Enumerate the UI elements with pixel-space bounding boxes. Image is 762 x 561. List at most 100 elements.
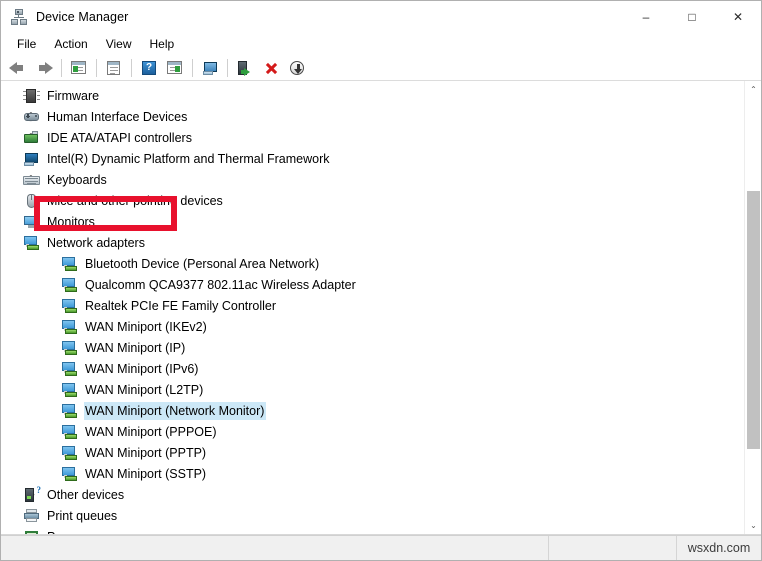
tree-item[interactable]: ❯Intel(R) Dynamic Platform and Thermal F… [1,148,743,169]
update-driver-button[interactable] [285,56,309,79]
tree-item[interactable]: WAN Miniport (PPTP) [1,442,743,463]
status-bar: wsxdn.com [1,535,761,560]
menu-action[interactable]: Action [45,34,96,54]
tree-item-label: Monitors [47,214,95,229]
tree-item[interactable]: WAN Miniport (L2TP) [1,379,743,400]
hid-controller-icon [23,109,40,125]
close-button[interactable]: ✕ [715,1,761,33]
tree-item[interactable]: WAN Miniport (Network Monitor) [1,400,743,421]
tree-item-label: WAN Miniport (PPPOE) [85,424,217,439]
tree-item[interactable]: ❯Keyboards [1,169,743,190]
tree-item-label: Bluetooth Device (Personal Area Network) [85,256,320,271]
network-adapter-icon [61,256,78,272]
arrow-right-icon [34,59,54,77]
back-button[interactable] [6,56,30,79]
network-adapter-icon [61,445,78,461]
scroll-up-button[interactable]: ⌃ [745,81,761,98]
window-title: Device Manager [36,10,129,24]
menu-bar: File Action View Help [1,33,761,55]
toolbar-separator [227,58,228,77]
forward-button[interactable] [32,56,56,79]
console-tree-icon [69,59,89,77]
help-button[interactable]: ? [137,56,161,79]
vertical-scrollbar[interactable]: ⌃ ⌄ [744,81,761,534]
tree-item[interactable]: ❯Monitors [1,211,743,232]
tree-item[interactable]: WAN Miniport (IPv6) [1,358,743,379]
scan-for-hardware-changes-button[interactable] [233,56,257,79]
tree-item[interactable]: Realtek PCIe FE Family Controller [1,295,743,316]
toolbar-separator [61,58,62,77]
toolbar-separator [96,58,97,77]
tree-item-label: Mice and other pointing devices [47,193,223,208]
tree-item-label: WAN Miniport (IPv6) [85,361,199,376]
tree-item[interactable]: ❯IDE ATA/ATAPI controllers [1,127,743,148]
title-bar: Device Manager – □ ✕ [1,1,761,33]
tree-item-label: WAN Miniport (PPTP) [85,445,207,460]
tree-item[interactable]: WAN Miniport (IKEv2) [1,316,743,337]
tree-item-label: Network adapters [47,235,145,250]
tree-item[interactable]: ❯Mice and other pointing devices [1,190,743,211]
network-adapter-icon [61,277,78,293]
tree-item-label: Intel(R) Dynamic Platform and Thermal Fr… [47,151,330,166]
minimize-button[interactable]: – [623,1,669,33]
tree-item-label: Keyboards [47,172,107,187]
tree-item[interactable]: ❯Print queues [1,505,743,526]
network-adapter-icon [61,466,78,482]
scan-hardware-icon [235,59,255,77]
tree-item[interactable]: ❯Human Interface Devices [1,106,743,127]
network-adapter-icon [61,403,78,419]
view-button[interactable] [198,56,222,79]
firmware-chip-icon [23,88,40,104]
tree-item-label: Print queues [47,508,118,523]
toolbar: ? [1,55,761,81]
tree-item[interactable]: ⌄Network adapters [1,232,743,253]
tree-item-label: Qualcomm QCA9377 802.11ac Wireless Adapt… [85,277,356,292]
watermark-text: wsxdn.com [687,541,751,555]
scroll-down-button[interactable]: ⌄ [745,517,761,534]
network-adapter-icon [61,361,78,377]
show-hide-action-pane-button[interactable] [163,56,187,79]
printer-icon [23,508,40,524]
tree-item[interactable]: ❯?Other devices [1,484,743,505]
unknown-device-icon: ? [23,485,41,503]
tree-item-label: Realtek PCIe FE Family Controller [85,298,277,313]
uninstall-device-button[interactable] [259,56,283,79]
device-manager-icon [11,9,27,25]
status-pane-watermark: wsxdn.com [677,536,761,560]
monitor-icon [23,214,40,230]
tree-item[interactable]: WAN Miniport (PPPOE) [1,421,743,442]
action-pane-icon [165,59,185,77]
tree-item-label: WAN Miniport (IKEv2) [85,319,207,334]
tree-item-label: WAN Miniport (IP) [85,340,186,355]
tree-item[interactable]: ❯Firmware [1,85,743,106]
platform-framework-icon [23,151,40,167]
network-adapter-icon [23,235,40,251]
tree-item[interactable]: ❯Processors [1,526,743,534]
tree-item[interactable]: Bluetooth Device (Personal Area Network) [1,253,743,274]
menu-file[interactable]: File [8,34,45,54]
monitor-icon [200,59,220,77]
network-adapter-icon [61,340,78,356]
network-adapter-icon [61,382,78,398]
status-pane-main [1,536,549,560]
network-adapter-icon [61,298,78,314]
tree-item-label: WAN Miniport (Network Monitor) [84,401,267,420]
maximize-button[interactable]: □ [669,1,715,33]
arrow-left-icon [8,59,28,77]
menu-help[interactable]: Help [141,34,184,54]
tree-item[interactable]: WAN Miniport (IP) [1,337,743,358]
show-hide-console-tree-button[interactable] [67,56,91,79]
device-tree[interactable]: ❯Firmware❯Human Interface Devices❯IDE AT… [1,85,743,534]
help-icon: ? [139,59,159,77]
tree-item-label: WAN Miniport (SSTP) [85,466,207,481]
menu-view[interactable]: View [97,34,141,54]
properties-button[interactable] [102,56,126,79]
tree-item[interactable]: Qualcomm QCA9377 802.11ac Wireless Adapt… [1,274,743,295]
tree-item[interactable]: WAN Miniport (SSTP) [1,463,743,484]
processor-icon [23,529,40,534]
scrollbar-thumb[interactable] [747,191,760,449]
tree-item-label: Processors [46,528,112,535]
network-adapter-icon [61,319,78,335]
device-manager-window: Device Manager – □ ✕ File Action View He… [0,0,762,561]
toolbar-separator [131,58,132,77]
